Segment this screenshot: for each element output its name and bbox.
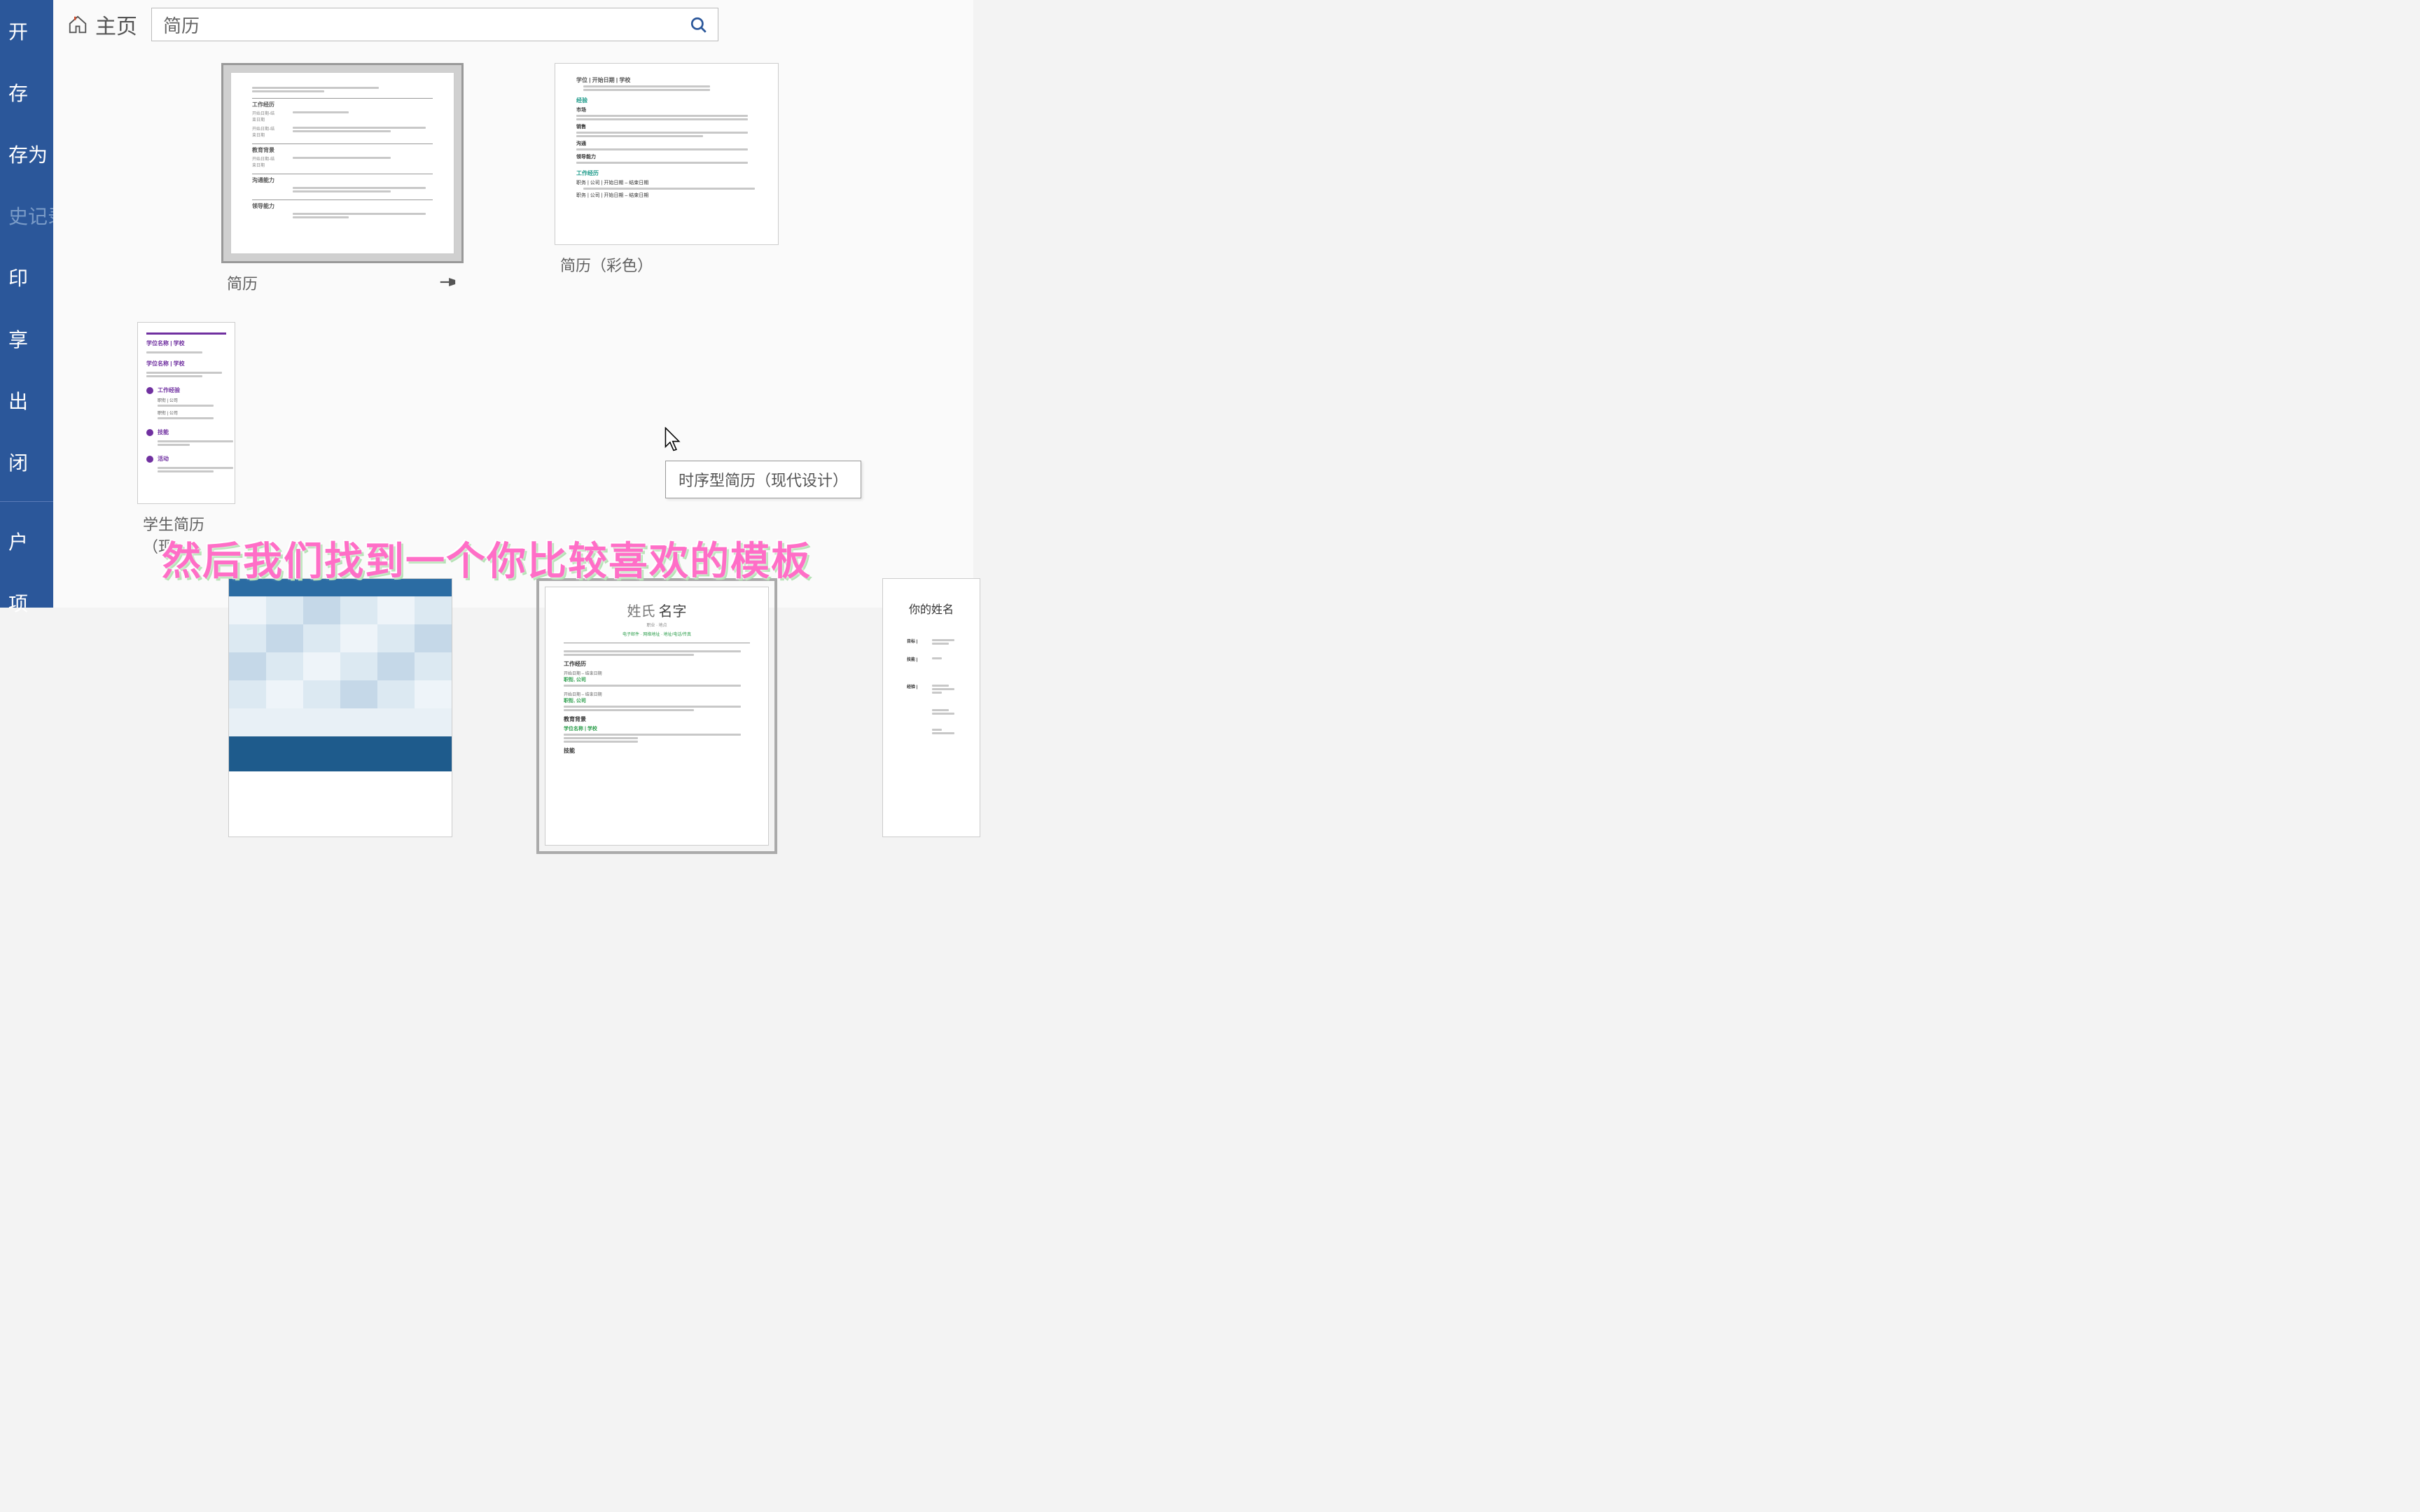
search-input[interactable]	[163, 14, 690, 36]
sidebar-divider	[0, 501, 53, 502]
home-label: 主页	[95, 9, 137, 40]
sidebar-item-history[interactable]: 史记录	[0, 185, 53, 246]
template-card-your-name[interactable]: 你的姓名 目标 | 技能 | 经验 |	[882, 578, 980, 854]
template-title: 简历（彩色）	[560, 253, 653, 276]
sidebar-item-open[interactable]: 开	[0, 0, 53, 62]
sidebar-item-saveas[interactable]: 存为	[0, 123, 53, 185]
main-content: 主页 工作经历	[53, 0, 973, 608]
template-thumbnail: 姓氏 名字 职业 · 地点 电子邮件 · 网络地址 · 地址/电话/传真 工作经…	[545, 587, 769, 846]
template-title: 简历	[227, 272, 258, 294]
backstage-sidebar: 开 存 存为 史记录 印 享 出 闭 户 项	[0, 0, 53, 608]
template-card-resume-basic[interactable]: 工作经历 开始日期-结束日期 开始日期-结束日期 教育背景 开始日期-结束日期 …	[221, 63, 464, 294]
thumb-your-name: 你的姓名	[904, 600, 959, 617]
template-search-box[interactable]	[151, 8, 718, 41]
template-thumbnail: 学位 | 开始日期 | 学校 经验 市场 销售 沟通 领导能力	[555, 63, 779, 245]
sidebar-item-print[interactable]: 印	[0, 246, 53, 308]
template-thumbnail: 你的姓名 目标 | 技能 | 经验 |	[882, 578, 980, 837]
template-thumbnail: 工作经历 开始日期-结束日期 开始日期-结束日期 教育背景 开始日期-结束日期 …	[230, 72, 454, 254]
sidebar-item-export[interactable]: 出	[0, 370, 53, 431]
search-icon[interactable]	[690, 16, 707, 33]
sidebar-item-close[interactable]: 闭	[0, 431, 53, 493]
thumb-contact: 电子邮件 · 网络地址 · 地址/电话/传真	[564, 631, 750, 637]
sidebar-item-save[interactable]: 存	[0, 62, 53, 123]
template-card-resume-color[interactable]: 学位 | 开始日期 | 学校 经验 市场 销售 沟通 领导能力	[555, 63, 779, 276]
video-subtitle-overlay: 然后我们找到一个你比较喜欢的模板	[162, 530, 812, 587]
home-button[interactable]: 主页	[67, 9, 137, 40]
template-tooltip: 时序型简历（现代设计）	[665, 461, 861, 498]
top-bar: 主页	[53, 0, 973, 49]
sidebar-item-share[interactable]: 享	[0, 308, 53, 370]
template-card-chrono-modern[interactable]: 姓氏 名字 职业 · 地点 电子邮件 · 网络地址 · 地址/电话/传真 工作经…	[536, 578, 777, 854]
sidebar-item-account[interactable]: 户	[0, 510, 53, 572]
home-icon	[67, 14, 88, 35]
thumb-surname: 姓氏	[627, 604, 655, 620]
pin-icon[interactable]	[438, 276, 458, 290]
template-card-student-resume[interactable]: 学位名称 | 学校 学位名称 | 学校 工作经验 职衔 | 公司 职衔 | 公司…	[137, 322, 235, 557]
sidebar-item-options[interactable]: 项	[0, 572, 53, 634]
template-card-blue-blocks[interactable]	[228, 578, 452, 854]
thumb-givenname: 名字	[659, 604, 687, 620]
templates-grid-row2: 姓氏 名字 职业 · 地点 电子邮件 · 网络地址 · 地址/电话/传真 工作经…	[53, 578, 973, 854]
template-thumbnail: 学位名称 | 学校 学位名称 | 学校 工作经验 职衔 | 公司 职衔 | 公司…	[137, 322, 235, 504]
template-thumbnail	[228, 578, 452, 837]
